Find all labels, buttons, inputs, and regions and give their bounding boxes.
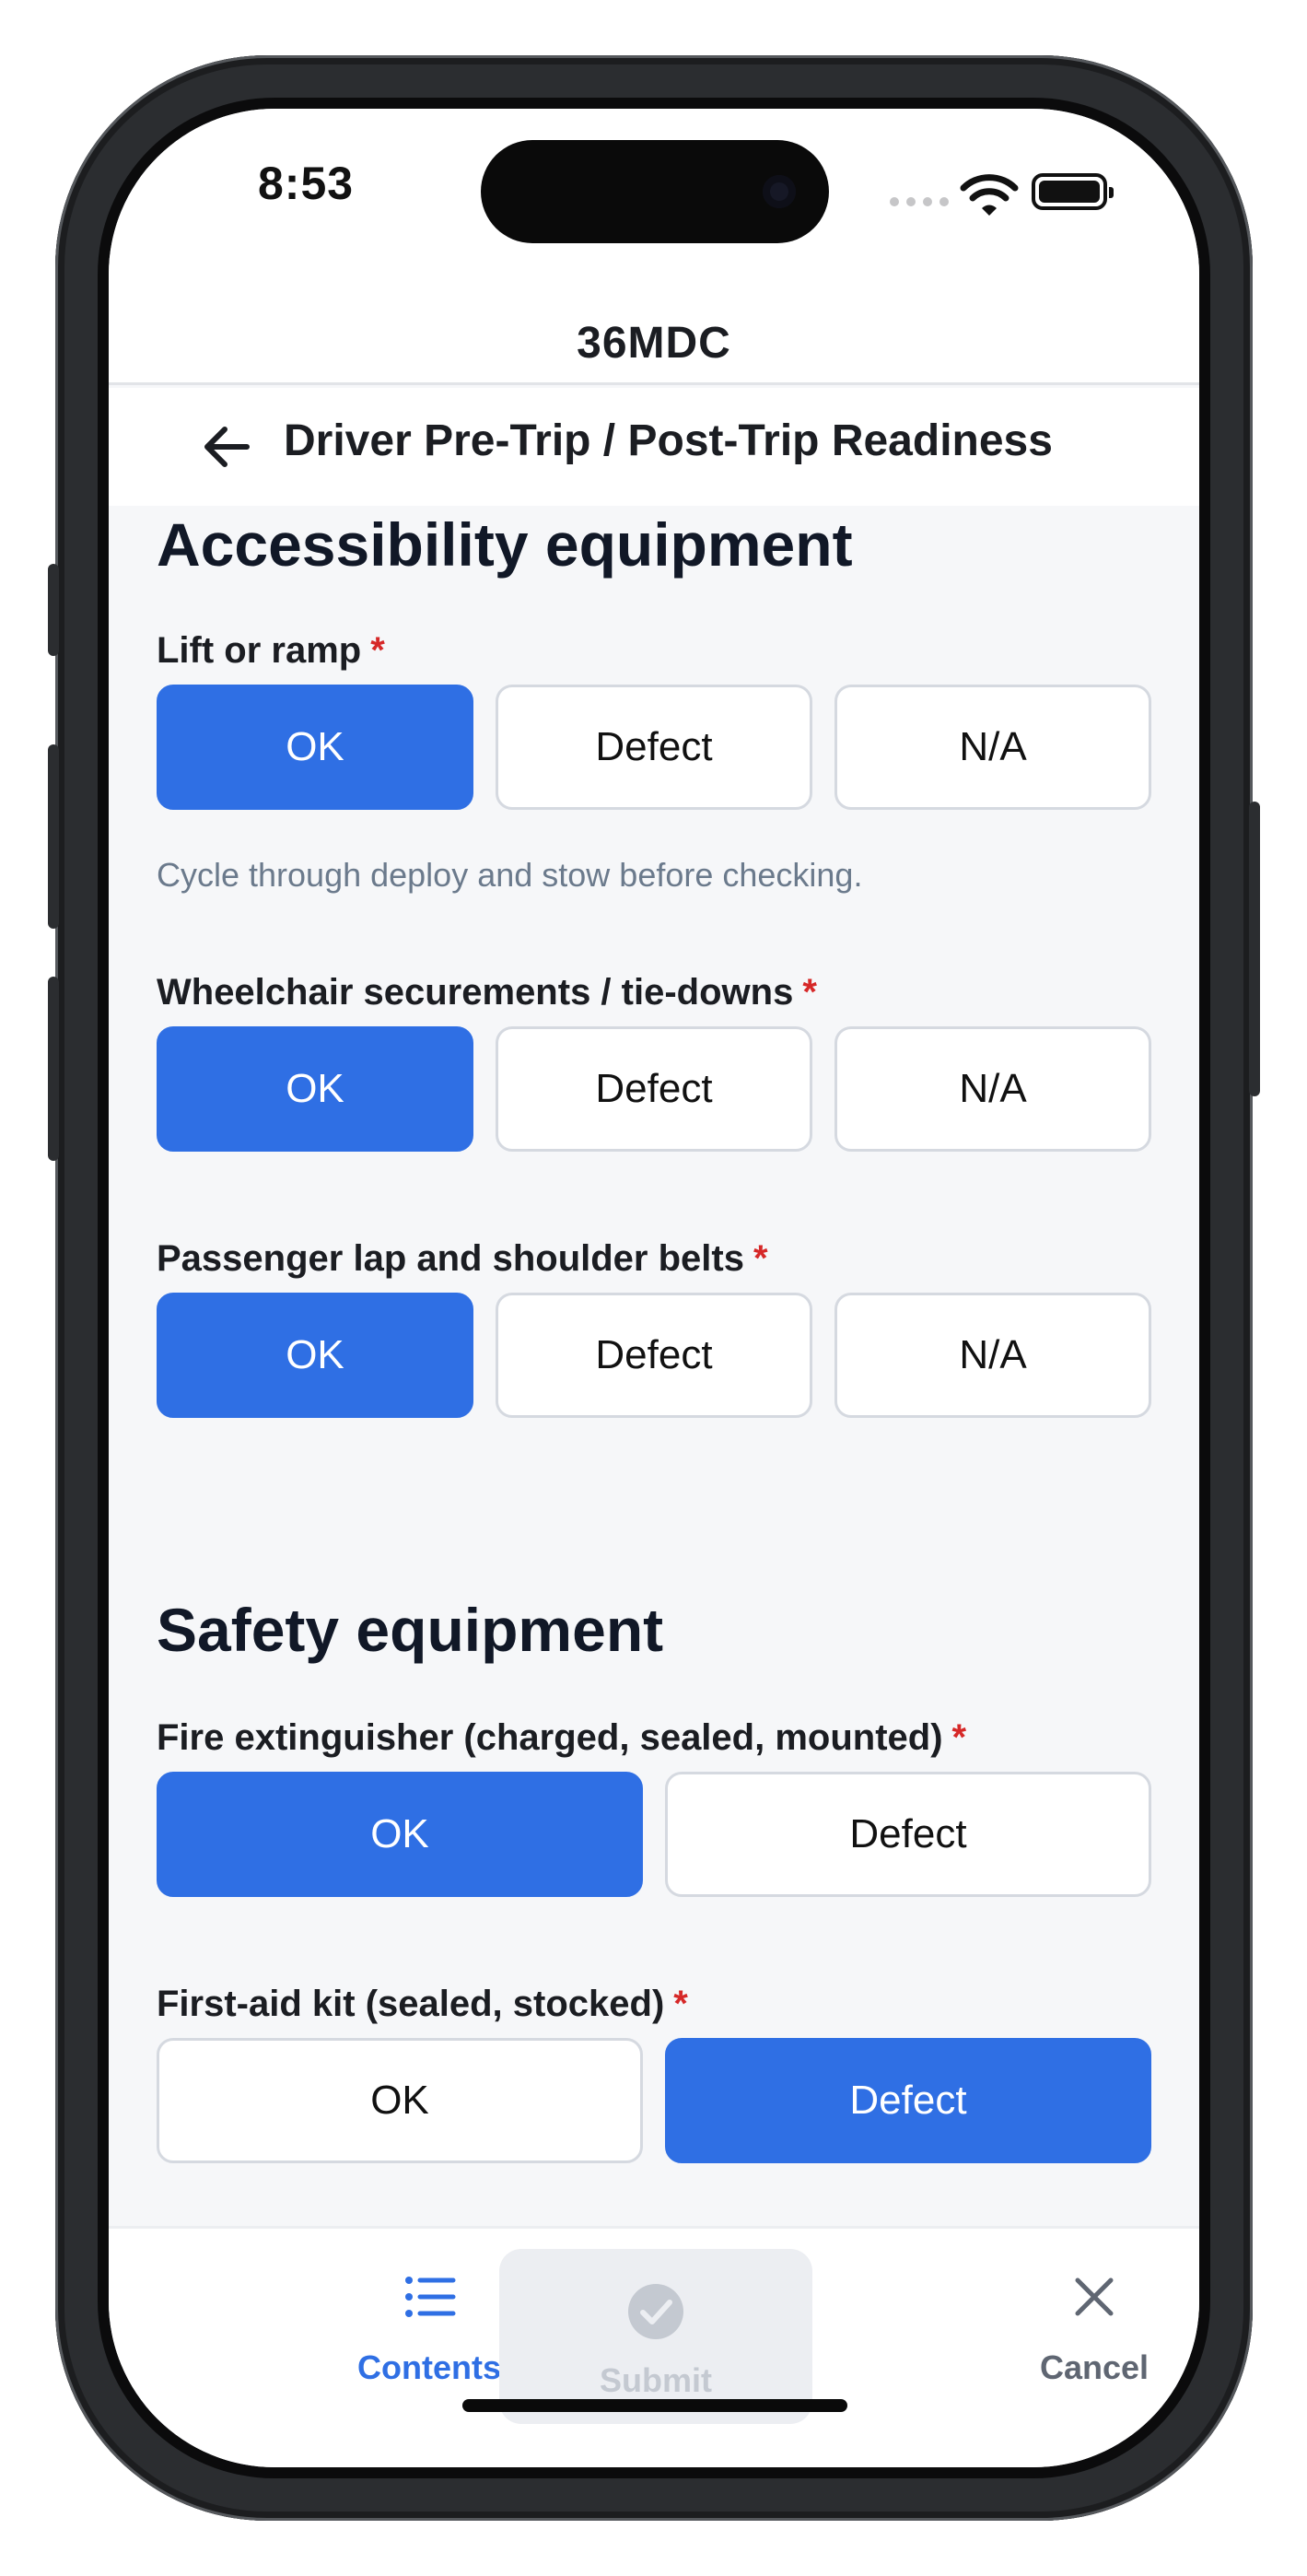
option-defect-button[interactable]: Defect xyxy=(665,1772,1151,1897)
volume-down-button xyxy=(48,977,59,1161)
camera-icon xyxy=(763,175,796,208)
check-circle-icon xyxy=(628,2284,683,2339)
option-ok-button[interactable]: OK xyxy=(157,2038,643,2163)
page-title: Driver Pre-Trip / Post-Trip Readiness xyxy=(284,416,1053,465)
option-ok-button[interactable]: OK xyxy=(157,685,473,810)
required-marker: * xyxy=(951,1717,967,1758)
status-bar: 8:53 xyxy=(109,109,1199,284)
power-button xyxy=(1249,802,1260,1096)
option-na-button[interactable]: N/A xyxy=(834,685,1151,810)
nav-bar: Driver Pre-Trip / Post-Trip Readiness xyxy=(109,388,1199,506)
home-indicator[interactable] xyxy=(462,2399,847,2412)
option-defect-button[interactable]: Defect xyxy=(496,685,812,810)
option-defect-button[interactable]: Defect xyxy=(496,1293,812,1418)
question-label-lift-or-ramp: Lift or ramp * xyxy=(157,630,385,671)
question-label-fire-extinguisher: Fire extinguisher (charged, sealed, moun… xyxy=(157,1717,967,1758)
battery-icon xyxy=(1032,173,1114,210)
submit-button[interactable]: Submit xyxy=(499,2249,812,2424)
option-group-lift-or-ramp: OK Defect N/A xyxy=(157,685,1151,810)
volume-up-button xyxy=(48,744,59,929)
screen: 8:53 36MDC Driver Pre-Trip / Post-Trip R… xyxy=(109,109,1199,2467)
signal-icon xyxy=(890,197,949,206)
list-icon xyxy=(405,2277,456,2317)
dynamic-island xyxy=(481,140,829,243)
option-group-wheelchair-securements: OK Defect N/A xyxy=(157,1026,1151,1152)
option-group-passenger-belts: OK Defect N/A xyxy=(157,1293,1151,1418)
option-ok-button[interactable]: OK xyxy=(157,1026,473,1152)
bottom-tab-bar: Contents Submit Cancel xyxy=(109,2226,1199,2467)
option-ok-button[interactable]: OK xyxy=(157,1293,473,1418)
status-time: 8:53 xyxy=(258,158,355,209)
cancel-button[interactable]: Cancel xyxy=(938,2229,1199,2413)
hint-text: Cycle through deploy and stow before che… xyxy=(157,856,863,894)
section-title-safety: Safety equipment xyxy=(157,1596,664,1664)
option-group-fire-extinguisher: OK Defect xyxy=(157,1772,1151,1897)
required-marker: * xyxy=(802,972,817,1013)
wifi-icon xyxy=(960,174,1019,216)
silent-switch xyxy=(48,564,59,656)
required-marker: * xyxy=(753,1238,768,1279)
cancel-label: Cancel xyxy=(1039,2348,1149,2386)
option-na-button[interactable]: N/A xyxy=(834,1026,1151,1152)
option-group-first-aid-kit: OK Defect xyxy=(157,2038,1151,2163)
option-ok-button[interactable]: OK xyxy=(157,1772,643,1897)
question-label-wheelchair-securements: Wheelchair securements / tie-downs * xyxy=(157,972,817,1013)
back-arrow-icon[interactable] xyxy=(199,419,254,474)
required-marker: * xyxy=(370,630,385,671)
option-defect-button[interactable]: Defect xyxy=(665,2038,1151,2163)
section-title-accessibility: Accessibility equipment xyxy=(157,510,853,579)
submit-label: Submit xyxy=(600,2361,712,2399)
question-label-passenger-belts: Passenger lap and shoulder belts * xyxy=(157,1238,768,1279)
question-label-first-aid-kit: First-aid kit (sealed, stocked) * xyxy=(157,1984,688,2024)
app-header: 36MDC xyxy=(109,284,1199,385)
required-marker: * xyxy=(673,1984,688,2024)
option-na-button[interactable]: N/A xyxy=(834,1293,1151,1418)
close-icon xyxy=(1075,2277,1114,2316)
app-title: 36MDC xyxy=(577,319,731,368)
option-defect-button[interactable]: Defect xyxy=(496,1026,812,1152)
